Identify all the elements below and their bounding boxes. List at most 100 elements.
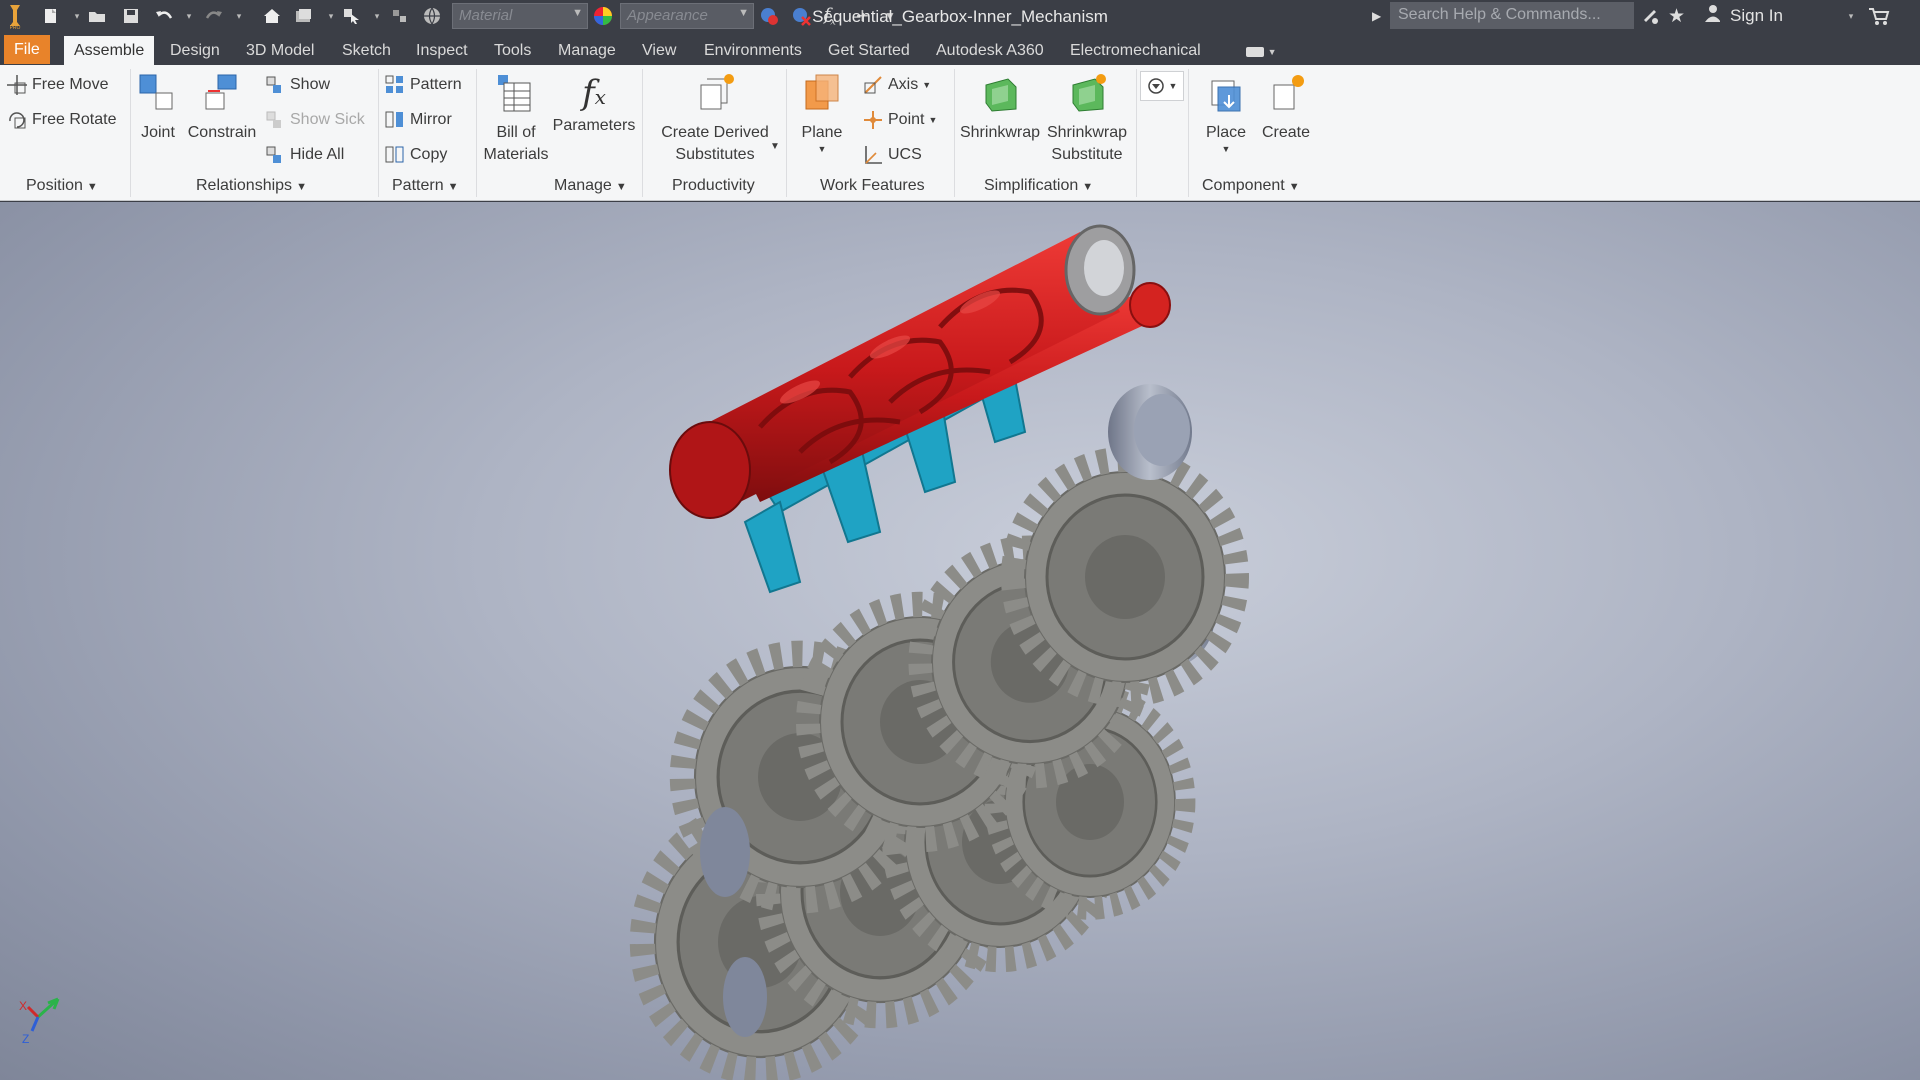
- constrain-button[interactable]: Constrain: [186, 71, 258, 144]
- update-button[interactable]: [294, 5, 314, 27]
- svg-text:PRO: PRO: [10, 25, 21, 30]
- bill-of-materials-button[interactable]: Bill of Materials: [480, 71, 552, 166]
- cart-button[interactable]: [1868, 5, 1890, 27]
- undo-button[interactable]: [154, 5, 174, 27]
- tab-autodesk-a360[interactable]: Autodesk A360: [926, 36, 1054, 65]
- ucs-label: UCS: [888, 146, 922, 163]
- create-component-button[interactable]: Create: [1256, 71, 1316, 144]
- group-divider: [954, 69, 955, 197]
- tab-environments[interactable]: Environments: [694, 36, 812, 65]
- tab-sketch[interactable]: Sketch: [332, 36, 401, 65]
- relationships-group-label[interactable]: Relationships ▼: [196, 177, 307, 195]
- position-group-text: Position: [26, 177, 83, 194]
- tab-3d-model[interactable]: 3D Model: [236, 36, 324, 65]
- new-dropdown-caret[interactable]: ▾: [72, 5, 82, 27]
- shrinkwrap-button[interactable]: Shrinkwrap: [958, 71, 1042, 144]
- group-divider: [476, 69, 477, 197]
- axis-button[interactable]: Axis ▼: [862, 73, 931, 97]
- redo-button[interactable]: [204, 5, 224, 27]
- create-derived-substitutes-button[interactable]: Create Derived Substitutes: [648, 71, 782, 166]
- show-label: Show: [290, 76, 331, 93]
- sign-in-dropdown-caret[interactable]: ▾: [1846, 5, 1856, 27]
- group-divider: [1188, 69, 1189, 197]
- selection-filter-dropdown[interactable]: ▼: [1140, 71, 1184, 101]
- component-group-label[interactable]: Component ▼: [1202, 177, 1300, 195]
- chevron-down-icon: ▼: [1288, 181, 1300, 193]
- place-dropdown-caret[interactable]: ▼: [1198, 144, 1254, 154]
- pattern-button[interactable]: Pattern: [384, 73, 462, 97]
- window-title: Sequential_Gearbox-Inner_Mechanism: [812, 7, 1108, 26]
- place-button[interactable]: Place ▼: [1198, 71, 1254, 154]
- appearance-combo-text: Appearance: [627, 7, 708, 24]
- joint-button[interactable]: Joint: [136, 71, 180, 144]
- save-button[interactable]: [122, 5, 140, 27]
- material-combo[interactable]: Material ▼: [452, 3, 588, 29]
- update-dropdown-caret[interactable]: ▾: [326, 5, 336, 27]
- tab-get-started[interactable]: Get Started: [818, 36, 920, 65]
- show-button[interactable]: Show: [264, 73, 330, 97]
- select-dropdown-caret[interactable]: ▾: [372, 5, 382, 27]
- plane-label: Plane: [801, 124, 843, 141]
- create-derived-substitutes-label-1: Create Derived: [661, 124, 769, 141]
- derived-substitute-icon: [700, 74, 734, 110]
- component-select-button[interactable]: [390, 5, 410, 27]
- home-button[interactable]: [262, 5, 282, 27]
- copy-label: Copy: [410, 146, 448, 163]
- point-button[interactable]: Point ▼: [862, 108, 937, 132]
- redo-dropdown-caret[interactable]: ▾: [234, 5, 244, 27]
- favorites-button[interactable]: ★: [1668, 5, 1685, 27]
- point-dropdown-caret[interactable]: ▼: [928, 115, 937, 125]
- free-move-button[interactable]: Free Move: [6, 73, 108, 97]
- view-cube-triad[interactable]: X Z: [19, 997, 60, 1046]
- create-derived-dropdown-caret[interactable]: ▼: [770, 141, 780, 152]
- sign-in-link[interactable]: Sign In: [1730, 6, 1783, 26]
- plane-button[interactable]: Plane ▼: [792, 71, 852, 154]
- tab-assemble[interactable]: Assemble: [64, 36, 155, 65]
- tab-inspect[interactable]: Inspect: [406, 36, 478, 65]
- global-button[interactable]: [422, 5, 442, 27]
- chevron-right-icon: ▶: [1372, 9, 1382, 23]
- show-sick-label: Show Sick: [290, 111, 365, 128]
- gearbox-model[interactable]: X Z: [0, 202, 1920, 1080]
- user-button[interactable]: [1704, 2, 1720, 24]
- select-button[interactable]: [342, 5, 362, 27]
- copy-button[interactable]: Copy: [384, 143, 447, 167]
- axis-dropdown-caret[interactable]: ▼: [922, 80, 931, 90]
- tab-design[interactable]: Design: [160, 36, 230, 65]
- axis-z-label: Z: [22, 1032, 29, 1046]
- position-group-label[interactable]: Position ▼: [26, 177, 98, 195]
- appearance-swatch-button[interactable]: [592, 5, 614, 27]
- chevron-down-icon: ▼: [1168, 81, 1178, 91]
- ribbon-tabs: File Assemble Design 3D Model Sketch Ins…: [0, 32, 1920, 65]
- graphics-viewport[interactable]: X Z: [0, 202, 1920, 1080]
- tab-electromechanical[interactable]: Electromechanical: [1060, 36, 1211, 65]
- undo-dropdown-caret[interactable]: ▾: [184, 5, 194, 27]
- shrinkwrap-substitute-icon: [1072, 74, 1106, 112]
- free-rotate-button[interactable]: Free Rotate: [6, 108, 116, 132]
- inventor-logo-icon[interactable]: PRO: [4, 2, 26, 30]
- parameters-button[interactable]: fx Parameters: [552, 71, 636, 137]
- tab-manage[interactable]: Manage: [548, 36, 626, 65]
- fx-icon: fx: [582, 73, 606, 113]
- tab-view[interactable]: View: [632, 36, 686, 65]
- shrinkwrap-substitute-button[interactable]: Shrinkwrap Substitute: [1042, 71, 1132, 166]
- simplification-group-label[interactable]: Simplification ▼: [984, 177, 1093, 195]
- open-button[interactable]: [88, 5, 108, 27]
- new-file-button[interactable]: [42, 5, 60, 27]
- tab-tools[interactable]: Tools: [484, 36, 541, 65]
- tab-file[interactable]: File: [4, 35, 50, 64]
- adjust-appearance-button[interactable]: [758, 5, 780, 27]
- ribbon-display-toggle[interactable]: ▼: [1236, 36, 1287, 65]
- mirror-button[interactable]: Mirror: [384, 108, 452, 132]
- plane-dropdown-caret[interactable]: ▼: [792, 144, 852, 154]
- hide-all-button[interactable]: Hide All: [264, 143, 344, 167]
- search-input[interactable]: Search Help & Commands...: [1390, 2, 1634, 29]
- manage-group-label[interactable]: Manage ▼: [554, 177, 627, 195]
- ucs-button[interactable]: UCS: [862, 143, 922, 167]
- binoculars-button[interactable]: [1640, 5, 1660, 27]
- show-sick-button[interactable]: Show Sick: [264, 108, 365, 132]
- pattern-group-label[interactable]: Pattern ▼: [392, 177, 458, 195]
- appearance-combo[interactable]: Appearance ▼: [620, 3, 754, 29]
- search-expand-button[interactable]: ▶: [1372, 5, 1381, 27]
- chevron-down-icon: ▼: [1082, 181, 1094, 193]
